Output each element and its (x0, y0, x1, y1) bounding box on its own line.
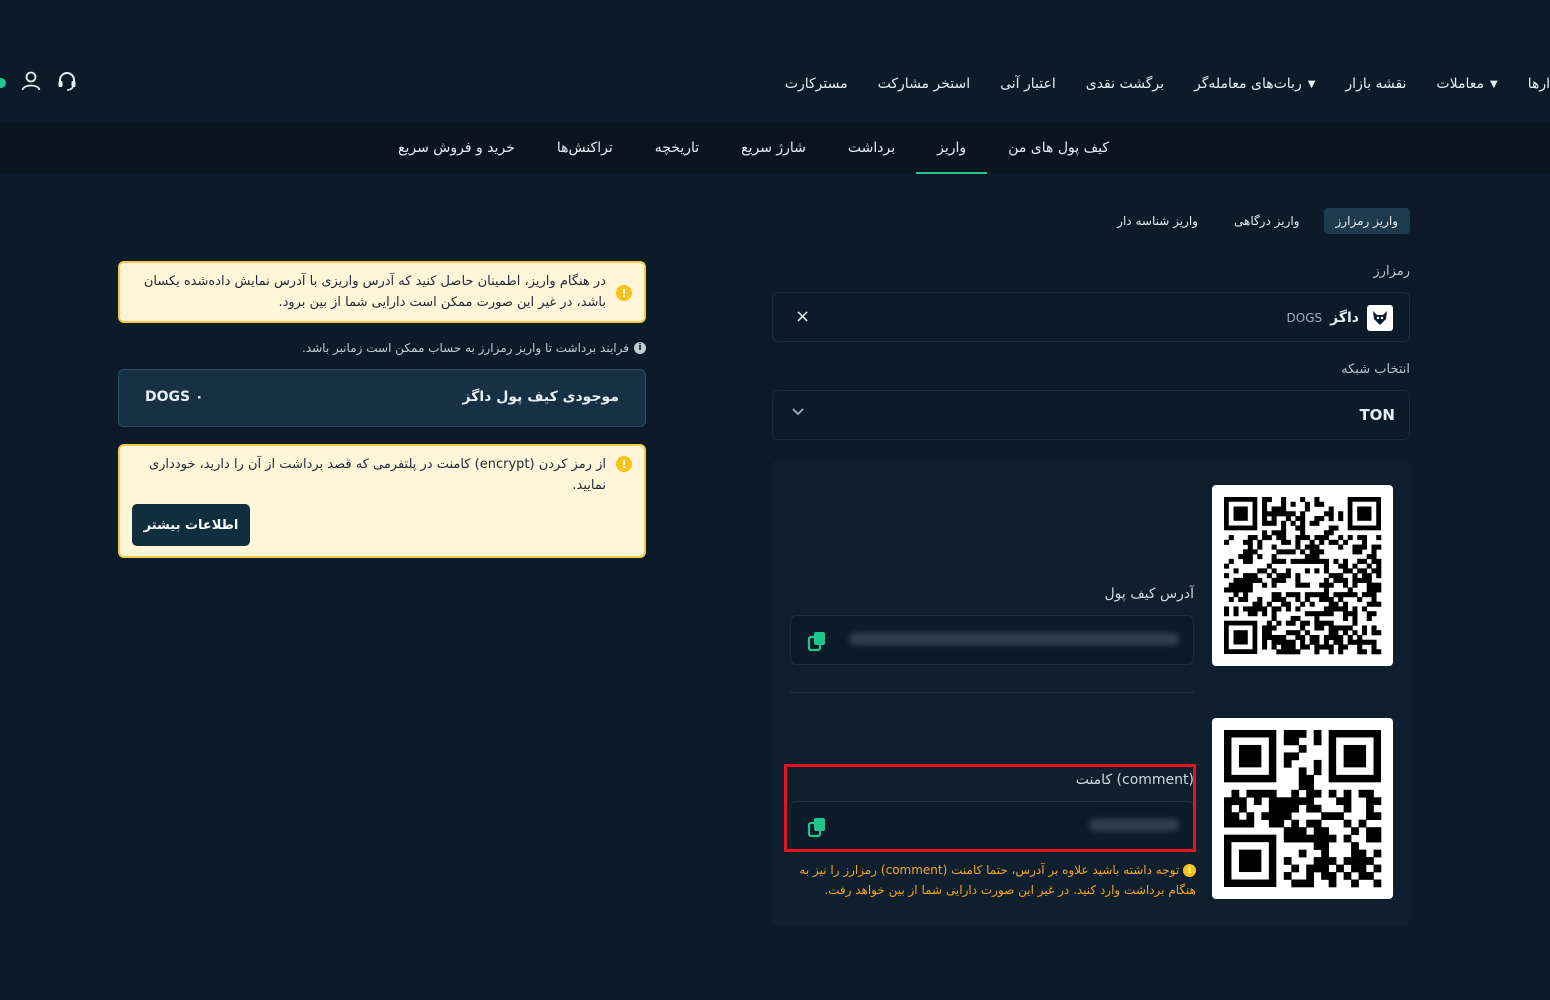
tab-history[interactable]: تاریخچه (634, 122, 720, 174)
tab-transactions[interactable]: تراکنش‌ها (536, 122, 634, 174)
status-indicator (0, 78, 6, 88)
user-icon[interactable] (20, 70, 42, 96)
tab-quick-buy-sell[interactable]: خرید و فروش سریع (377, 122, 536, 174)
tab-my-wallets[interactable]: کیف پول های من (987, 122, 1130, 174)
copy-icon[interactable] (805, 629, 829, 657)
wallet-address-label: آدرس کیف پول (1104, 586, 1194, 602)
more-info-button[interactable]: اطلاعات بیشتر (132, 504, 250, 546)
section-divider (790, 692, 1194, 693)
network-select[interactable]: TON (772, 390, 1410, 440)
dog-icon (1367, 305, 1393, 331)
comment-warning: ! توجه داشته باشید علاوه بر آدرس، حتما ک… (790, 860, 1196, 900)
menu-item-trading-bots[interactable]: ربات‌های معامله‌گر ▼ (1194, 76, 1315, 92)
comment-qr-code (1212, 718, 1393, 899)
warning-icon: ! (616, 285, 632, 301)
coin-label: رمزارز (1373, 264, 1410, 279)
menu-item-cashback[interactable]: برگشت نقدی (1086, 76, 1164, 92)
caret-down-icon: ▼ (1489, 78, 1498, 90)
tab-withdraw[interactable]: برداشت (827, 122, 916, 174)
network-label: انتخاب شبکه (1341, 362, 1410, 377)
caret-down-icon: ▼ (1307, 78, 1316, 90)
process-time-text: فرایند برداشت تا واریز رمزارز به حساب مم… (302, 341, 629, 355)
coin-name: داگز (1330, 310, 1359, 326)
top-navigation: ارها معاملات ▼ نقشه بازار ربات‌های معامله… (0, 60, 1550, 108)
process-time-note: i فرایند برداشت تا واریز رمزارز به حساب … (300, 341, 646, 355)
tab-quick-charge[interactable]: شارژ سریع (720, 122, 827, 174)
deposit-type-gateway[interactable]: واریز درگاهی (1222, 208, 1312, 234)
coin-symbol: DOGS (1286, 311, 1323, 325)
balance-amount: DOGS ۰ (145, 389, 204, 405)
address-match-text: در هنگام واریز، اطمینان حاصل کنید که آدر… (143, 274, 606, 310)
menu-item-mastercard[interactable]: مسترکارت (785, 76, 848, 92)
wallet-balance-card: موجودی کیف پول داگز DOGS ۰ (118, 369, 646, 427)
support-headset-icon[interactable] (56, 70, 78, 96)
header-icons (0, 70, 78, 96)
address-match-notice: ! در هنگام واریز، اطمینان حاصل کنید که آ… (118, 261, 646, 323)
menu-item-instant-credit[interactable]: اعتبار آنی (1000, 76, 1056, 92)
tab-deposit[interactable]: واریز (916, 122, 988, 174)
clear-coin-icon[interactable]: × (795, 306, 810, 327)
encrypt-notice: ! از رمز کردن (encrypt) کامنت در پلتفرمی… (118, 444, 646, 558)
balance-title: موجودی کیف پول داگز (462, 389, 620, 405)
comment-highlight (784, 764, 1196, 852)
deposit-type-crypto[interactable]: واریز رمزارز (1323, 208, 1410, 234)
coin-select[interactable]: داگز DOGS × (772, 292, 1410, 342)
encrypt-text: از رمز کردن (encrypt) کامنت در پلتفرمی ک… (148, 457, 606, 493)
deposit-type-memo[interactable]: واریز شناسه دار (1105, 208, 1210, 234)
network-value: TON (1359, 406, 1395, 424)
wallet-address-value-blurred (849, 633, 1179, 645)
deposit-type-tabs: واریز رمزارز واریز درگاهی واریز شناسه دا… (1105, 208, 1410, 234)
wallet-subnav: کیف پول های من واریز برداشت شارژ سریع تا… (0, 122, 1550, 174)
menu-item-partial[interactable]: ارها (1528, 76, 1550, 92)
wallet-address-field (790, 615, 1194, 665)
deposit-details-panel: آدرس کیف پول کامنت (comment) (772, 460, 1410, 926)
menu-item-market-map[interactable]: نقشه بازار (1345, 76, 1406, 92)
wallet-tabs: کیف پول های من واریز برداشت شارژ سریع تا… (377, 122, 1130, 174)
warning-icon: ! (616, 456, 632, 472)
menu-item-trades[interactable]: معاملات ▼ (1436, 76, 1497, 92)
main-menu: ارها معاملات ▼ نقشه بازار ربات‌های معامله… (755, 60, 1550, 108)
selected-coin: داگز DOGS (1287, 305, 1393, 331)
menu-item-participation-pool[interactable]: استخر مشارکت (878, 76, 970, 92)
info-icon: i (634, 342, 646, 354)
comment-warning-text: توجه داشته باشید علاوه بر آدرس، حتما کام… (799, 863, 1196, 897)
address-qr-code (1212, 485, 1393, 666)
warning-icon: ! (1183, 864, 1196, 877)
chevron-down-icon (791, 405, 805, 421)
